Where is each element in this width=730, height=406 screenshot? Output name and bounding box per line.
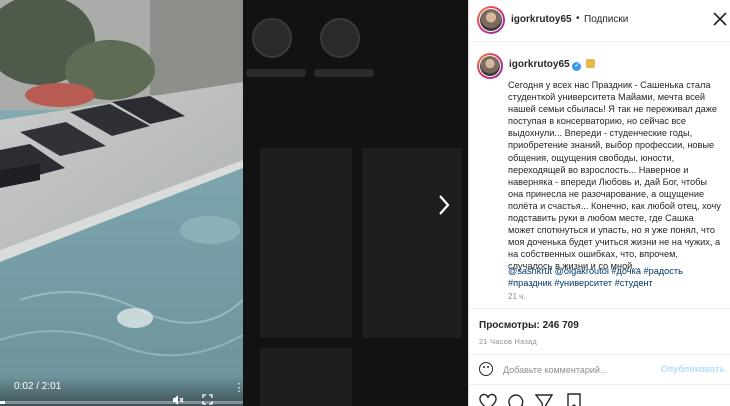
video-progress-track[interactable] <box>0 401 243 404</box>
views-count: 246 709 <box>542 320 579 331</box>
story-highlight-label <box>314 69 374 77</box>
caption-username[interactable]: igorkrutoy65 <box>509 59 570 70</box>
bookmark-icon[interactable] <box>565 393 583 406</box>
story-highlight-label <box>246 69 306 77</box>
header-username[interactable]: igorkrutoy65 <box>511 14 572 25</box>
views-label: Просмотры: <box>479 320 540 331</box>
story-highlight <box>320 18 360 58</box>
emoji-icon <box>586 59 596 68</box>
comment-form: Опубликовать <box>469 354 730 384</box>
close-icon[interactable] <box>712 11 728 29</box>
story-highlight <box>252 18 292 58</box>
post-stats: Просмотры: 246 709 21 Часов Назад <box>469 308 730 354</box>
video-progress-fill <box>0 401 5 404</box>
avatar[interactable] <box>477 53 503 79</box>
caption-section: igorkrutoy65 ✓ Сегодня у всех нас Праздн… <box>469 43 730 308</box>
verified-badge-icon: ✓ <box>572 62 582 71</box>
follow-status-button[interactable]: Подписки <box>584 14 628 25</box>
caption-posted-ago: 21 ч. <box>508 292 526 301</box>
comment-input[interactable] <box>503 363 663 377</box>
publish-button[interactable]: Опубликовать <box>661 364 725 374</box>
grid-tile <box>260 148 352 338</box>
post-timestamp[interactable]: 21 Часов Назад <box>479 337 537 346</box>
grid-tile <box>260 348 352 406</box>
post-info-panel: igorkrutoy65 • Подписки igorkrutoy65 ✓ С… <box>468 0 730 406</box>
heart-icon[interactable] <box>479 393 497 406</box>
separator-dot: • <box>576 13 580 24</box>
share-icon[interactable] <box>535 393 553 406</box>
pool-scene-image <box>0 0 243 406</box>
post-modal-screen: 0:02 / 2:01 ⋮ igorkrutoy65 • Подписки ig… <box>0 0 730 406</box>
caption-mentions-hashtags[interactable]: @sashkrut @olgakroutoi #дочка #радость #… <box>508 265 722 289</box>
smiley-icon[interactable] <box>479 362 493 376</box>
grid-tile <box>362 148 462 338</box>
vertical-dots-icon[interactable]: ⋮ <box>232 382 244 394</box>
views-row[interactable]: Просмотры: 246 709 <box>479 320 579 331</box>
caption-text: Сегодня у всех нас Праздник - Сашенька с… <box>508 80 721 272</box>
caption-username-row: igorkrutoy65 ✓ <box>509 59 596 71</box>
comment-icon[interactable] <box>507 393 525 406</box>
post-video[interactable]: 0:02 / 2:01 ⋮ <box>0 0 243 406</box>
video-time: 0:02 / 2:01 <box>14 381 62 392</box>
avatar[interactable] <box>477 6 505 34</box>
post-header: igorkrutoy65 • Подписки <box>469 0 730 42</box>
chevron-right-icon[interactable] <box>434 194 454 220</box>
post-actions <box>469 384 730 406</box>
